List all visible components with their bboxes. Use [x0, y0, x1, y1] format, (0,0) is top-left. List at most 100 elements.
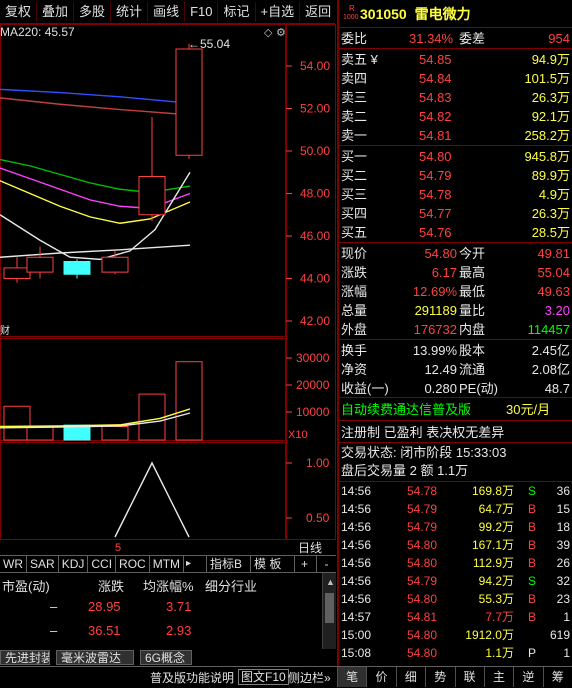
tick-time: 15:08 [341, 646, 372, 660]
fin-row: 收益(一) 0.280 PE(动) 48.7 [339, 379, 572, 398]
stat-value: 49.81 [537, 246, 570, 261]
settings-icon[interactable]: ⚙ [276, 27, 286, 39]
detail-tab[interactable]: 细 [395, 667, 425, 687]
detail-tab[interactable]: 笔 [337, 667, 367, 687]
table-row[interactable]: – 36.51 2.93 [0, 623, 320, 643]
detail-tab[interactable]: 逆 [513, 667, 542, 687]
indicator-tab-mtm[interactable]: MTM [150, 556, 185, 572]
table-header[interactable]: 均涨幅% [143, 576, 194, 595]
stat-label: 涨幅 [341, 284, 368, 299]
kline-chart-area[interactable]: MA220: 45.57 ◇ ⚙ 54.00 52.00 50.00 48.00 46.00 4… [0, 24, 336, 570]
concept-tab[interactable]: 先进封装 [0, 650, 50, 665]
template-button[interactable]: 模 板 [250, 556, 284, 572]
tick-side: B [528, 520, 537, 534]
stat-label: 最高 [459, 265, 486, 280]
volume-bar [26, 426, 54, 441]
candle [26, 256, 54, 273]
ask-row: 卖一 54.81 258.2万 [339, 126, 572, 145]
ask-row: 卖二 54.82 92.1万 [339, 107, 572, 126]
ask-volume: 94.9万 [531, 52, 570, 67]
register-text: 注册制 已盈利 表决权无差异 [341, 425, 505, 440]
after-hours-row: 盘后交易量 2 额 1.1万 [339, 461, 572, 480]
toolbar-button-3[interactable]: 统计 [110, 1, 147, 22]
tick-row: 14:56 54.80 112.9万 B 26 [339, 554, 572, 572]
table-header[interactable]: 市盈(动) [2, 576, 50, 595]
fin-label: 收益(一) [341, 381, 389, 396]
avg-change-cell: 3.71 [166, 599, 192, 614]
toolbar-button-6[interactable]: 标记 [217, 1, 254, 22]
indicator-tab-sar[interactable]: SAR [27, 556, 59, 572]
stat-label: 内盘 [459, 322, 486, 337]
table-header[interactable]: 细分行业 [205, 576, 257, 595]
chart-toolbar: 复权 叠加 多股 统计 画线 F10 标记 +自选 返回 [0, 0, 335, 24]
table-scrollbar[interactable]: ▲ [322, 573, 336, 649]
toolbar-button-4[interactable]: 画线 [147, 1, 184, 22]
divider [339, 48, 572, 49]
toolbar-button-1[interactable]: 叠加 [36, 1, 73, 22]
bid-label: 买一 [341, 149, 368, 164]
tick-volume: 167.1万 [471, 538, 514, 552]
detail-tab[interactable]: 价 [366, 667, 395, 687]
indicator-tab-wr[interactable]: WR [0, 556, 27, 572]
tick-volume: 64.7万 [478, 502, 514, 516]
indicator-select[interactable]: 指标B [206, 556, 245, 572]
zoom-in-button[interactable]: + [294, 556, 314, 572]
zoom-out-button[interactable]: - [316, 556, 336, 572]
toolbar-button-5[interactable]: F10 [184, 1, 217, 22]
stat-row: 总量 291189 量比 3.20 [339, 301, 572, 320]
concept-tab[interactable]: 毫米波雷达 [56, 650, 134, 665]
ask-price: 54.85 [419, 52, 452, 67]
toolbar-button-8[interactable]: 返回 [299, 1, 336, 22]
tick-count: 15 [556, 502, 570, 516]
sector-table: 市盈(动) 涨跌 均涨幅% 细分行业 – 28.95 3.71 – 36.51 2.93 ▲ [0, 573, 336, 649]
peak-price-label: ←55.04 [188, 37, 230, 51]
detail-tab[interactable]: 联 [454, 667, 484, 687]
scroll-up-icon[interactable]: ▲ [326, 577, 335, 587]
candle [101, 256, 129, 273]
indicator-tab-kdj[interactable]: KDJ [59, 556, 89, 572]
ask-label: 卖二 [341, 109, 368, 124]
stat-label: 总量 [341, 303, 368, 318]
diamond-icon[interactable]: ◇ [264, 27, 273, 39]
ask-price: 54.84 [419, 71, 452, 86]
quote-panel: R 1000 301050 雷电微力 委比 31.34% 委差 954 卖五 ¥54.8… [337, 0, 572, 687]
tick-row: 15:00 54.80 1912.0万 619 [339, 626, 572, 644]
fin-label: 换手 [341, 343, 368, 358]
tick-time: 14:56 [341, 592, 372, 606]
ask-price: 54.81 [419, 128, 452, 143]
sidebar-toggle[interactable]: 侧边栏» [288, 669, 331, 686]
stat-value: 3.20 [544, 303, 570, 318]
ask-price: 54.82 [419, 109, 452, 124]
table-header[interactable]: 涨跌 [98, 576, 124, 595]
daily-line-label[interactable]: 日线 [298, 541, 322, 555]
toolbar-button-7[interactable]: +自选 [254, 1, 300, 22]
price-tick: 44.00 [300, 272, 330, 286]
detail-tab[interactable]: 主 [483, 667, 513, 687]
promo-row[interactable]: 自动续费通达信普及版 30元/月 [339, 400, 572, 419]
table-row[interactable]: – 28.95 3.71 [0, 599, 320, 619]
concept-tab[interactable]: 6G概念 [140, 650, 192, 665]
indicator-tab-cci[interactable]: CCI [88, 556, 117, 572]
f10-button[interactable]: 图文F10 [238, 669, 289, 685]
candle [175, 48, 203, 156]
scroll-thumb[interactable] [325, 593, 334, 623]
fin-value: 12.49 [424, 362, 457, 377]
indicator-tab-roc[interactable]: ROC [116, 556, 150, 572]
ask-price: 54.83 [419, 90, 452, 105]
tick-time: 14:57 [341, 610, 372, 624]
pe-cell: – [50, 623, 58, 638]
detail-tab[interactable]: 势 [425, 667, 454, 687]
toolbar-button-2[interactable]: 多股 [73, 1, 110, 22]
stat-label: 最低 [459, 284, 486, 299]
feature-help-link[interactable]: 普及版功能说明 [150, 669, 234, 686]
toolbar-button-0[interactable]: 复权 [0, 2, 36, 22]
ask-row: 卖四 54.84 101.5万 [339, 69, 572, 88]
fin-row: 换手 13.99% 股本 2.45亿 [339, 341, 572, 360]
tick-side: S [528, 574, 537, 588]
tick-volume: 94.2万 [478, 574, 514, 588]
fin-label: PE(动) [459, 381, 499, 396]
stat-value: 12.69% [412, 284, 457, 299]
tab-more-icon[interactable]: ▸ [184, 556, 193, 572]
detail-tab[interactable]: 筹 [542, 667, 572, 687]
tick-side: B [528, 502, 537, 516]
